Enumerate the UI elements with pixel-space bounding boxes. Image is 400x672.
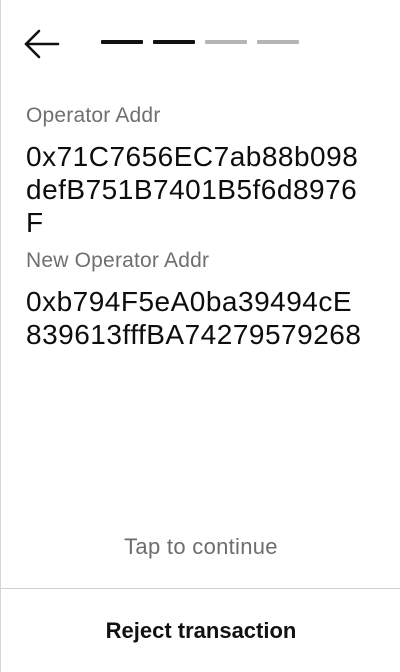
new-operator-addr-value: 0xb794F5eA0ba39494cE839613fffBA742795792… xyxy=(26,286,362,350)
progress-step xyxy=(153,40,195,44)
operator-addr-value: 0x71C7656EC7ab88b098defB751B7401B5f6d897… xyxy=(26,141,359,238)
progress-indicator xyxy=(101,40,299,44)
reject-transaction-button[interactable]: Reject transaction xyxy=(1,589,400,672)
progress-step xyxy=(205,40,247,44)
transaction-details: Operator Addr 0x71C7656EC7ab88b098defB75… xyxy=(26,102,376,359)
progress-step xyxy=(101,40,143,44)
header xyxy=(1,0,400,90)
operator-addr-field: Operator Addr 0x71C7656EC7ab88b098defB75… xyxy=(26,102,376,239)
operator-addr-label: Operator Addr xyxy=(26,104,161,127)
arrow-left-icon xyxy=(23,28,61,60)
back-button[interactable] xyxy=(23,28,61,60)
new-operator-addr-field: New Operator Addr 0xb794F5eA0ba39494cE83… xyxy=(26,247,376,351)
progress-step xyxy=(257,40,299,44)
new-operator-addr-label: New Operator Addr xyxy=(26,249,210,272)
tap-to-continue[interactable]: Tap to continue xyxy=(1,532,400,562)
